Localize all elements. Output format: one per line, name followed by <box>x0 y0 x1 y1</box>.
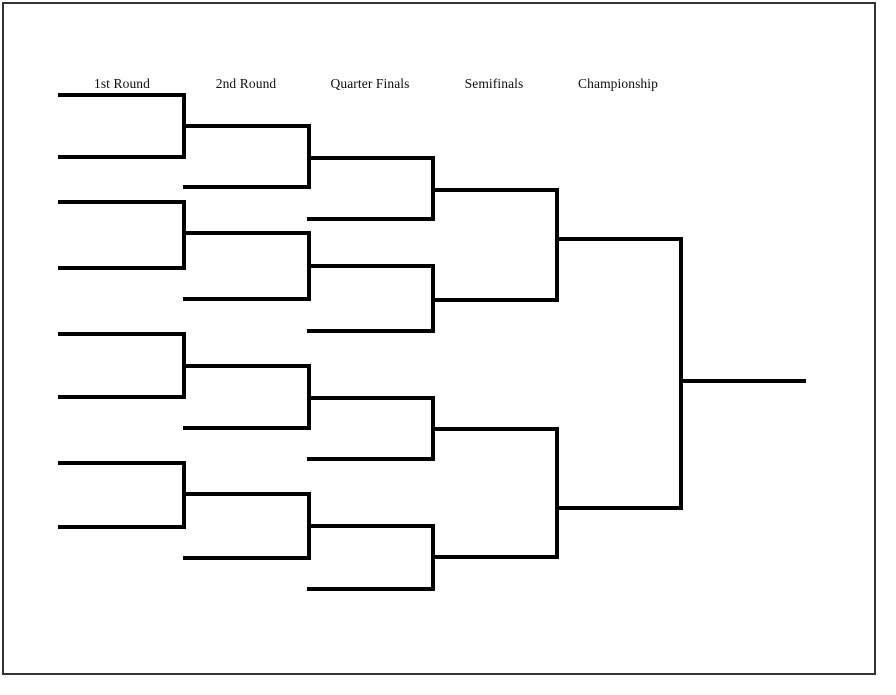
bracket-connector-lines <box>182 93 683 591</box>
bracket-page: 1st Round 2nd Round Quarter Finals Semifina… <box>0 0 896 695</box>
bracket-diagram <box>58 93 806 591</box>
